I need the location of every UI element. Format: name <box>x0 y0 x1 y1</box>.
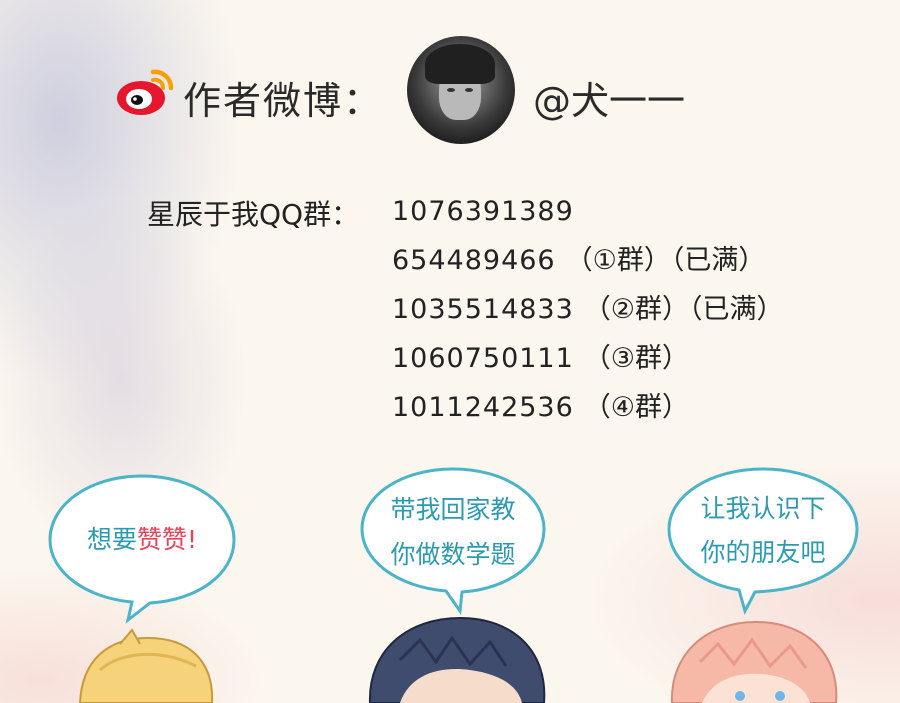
qq-group-item: 654489466 （①群）（已满） <box>392 242 784 291</box>
weibo-icon <box>117 69 174 115</box>
bubble-like-text: 想要赞赞! <box>46 520 238 560</box>
qq-group-item: 1011242536 （④群） <box>392 389 784 438</box>
bubble-math-line2: 你做数学题 <box>390 540 516 569</box>
qq-group-number[interactable]: 654489466 <box>392 245 556 276</box>
qq-group-note: （②群）（已满） <box>583 294 784 325</box>
bubble-friends-line2: 你的朋友吧 <box>700 538 826 567</box>
qq-group-number[interactable]: 1035514833 <box>392 294 574 325</box>
qq-group-note: （④群） <box>583 392 690 423</box>
author-weibo-row: 作者微博： @犬一一 <box>115 36 735 146</box>
qq-group-item: 1060750111 （③群） <box>392 340 784 389</box>
qq-group-list: 1076391389 654489466 （①群）（已满） 1035514833 （… <box>392 193 784 438</box>
character-blond-head <box>78 628 214 703</box>
qq-group-number[interactable]: 1076391389 <box>392 196 574 227</box>
qq-group-number[interactable]: 1011242536 <box>392 392 574 423</box>
bubble-friends-line1: 让我认识下 <box>700 494 826 523</box>
speech-bubble-math[interactable]: 带我回家教 你做数学题 <box>358 465 548 616</box>
qq-group-label: 星辰于我QQ群： <box>147 198 360 231</box>
avatar-eye-left <box>447 88 455 92</box>
qq-group-number[interactable]: 1060750111 <box>392 343 574 374</box>
author-avatar[interactable] <box>407 36 515 144</box>
qq-group-note: （①群）（已满） <box>565 245 766 276</box>
qq-group-item: 1076391389 <box>392 193 784 242</box>
character-dark-hair-head <box>368 616 546 703</box>
bubble-like-prefix: 想要 <box>86 525 137 554</box>
qq-group-note: （③群） <box>583 343 690 374</box>
character-heads <box>78 616 838 703</box>
avatar-hair <box>425 44 495 84</box>
bubble-like-highlight: 赞赞 <box>136 525 187 554</box>
avatar-eye-right <box>465 88 473 92</box>
qq-group-item: 1035514833 （②群）（已满） <box>392 291 784 340</box>
weibo-label: 作者微博： <box>183 79 384 123</box>
weibo-handle[interactable]: @犬一一 <box>533 70 685 125</box>
character-pink-hair-head <box>670 620 838 703</box>
speech-bubble-friends[interactable]: 让我认识下 你的朋友吧 <box>665 465 861 616</box>
bubble-math-line1: 带我回家教 <box>390 495 516 524</box>
bubble-like-suffix: ! <box>187 525 198 554</box>
